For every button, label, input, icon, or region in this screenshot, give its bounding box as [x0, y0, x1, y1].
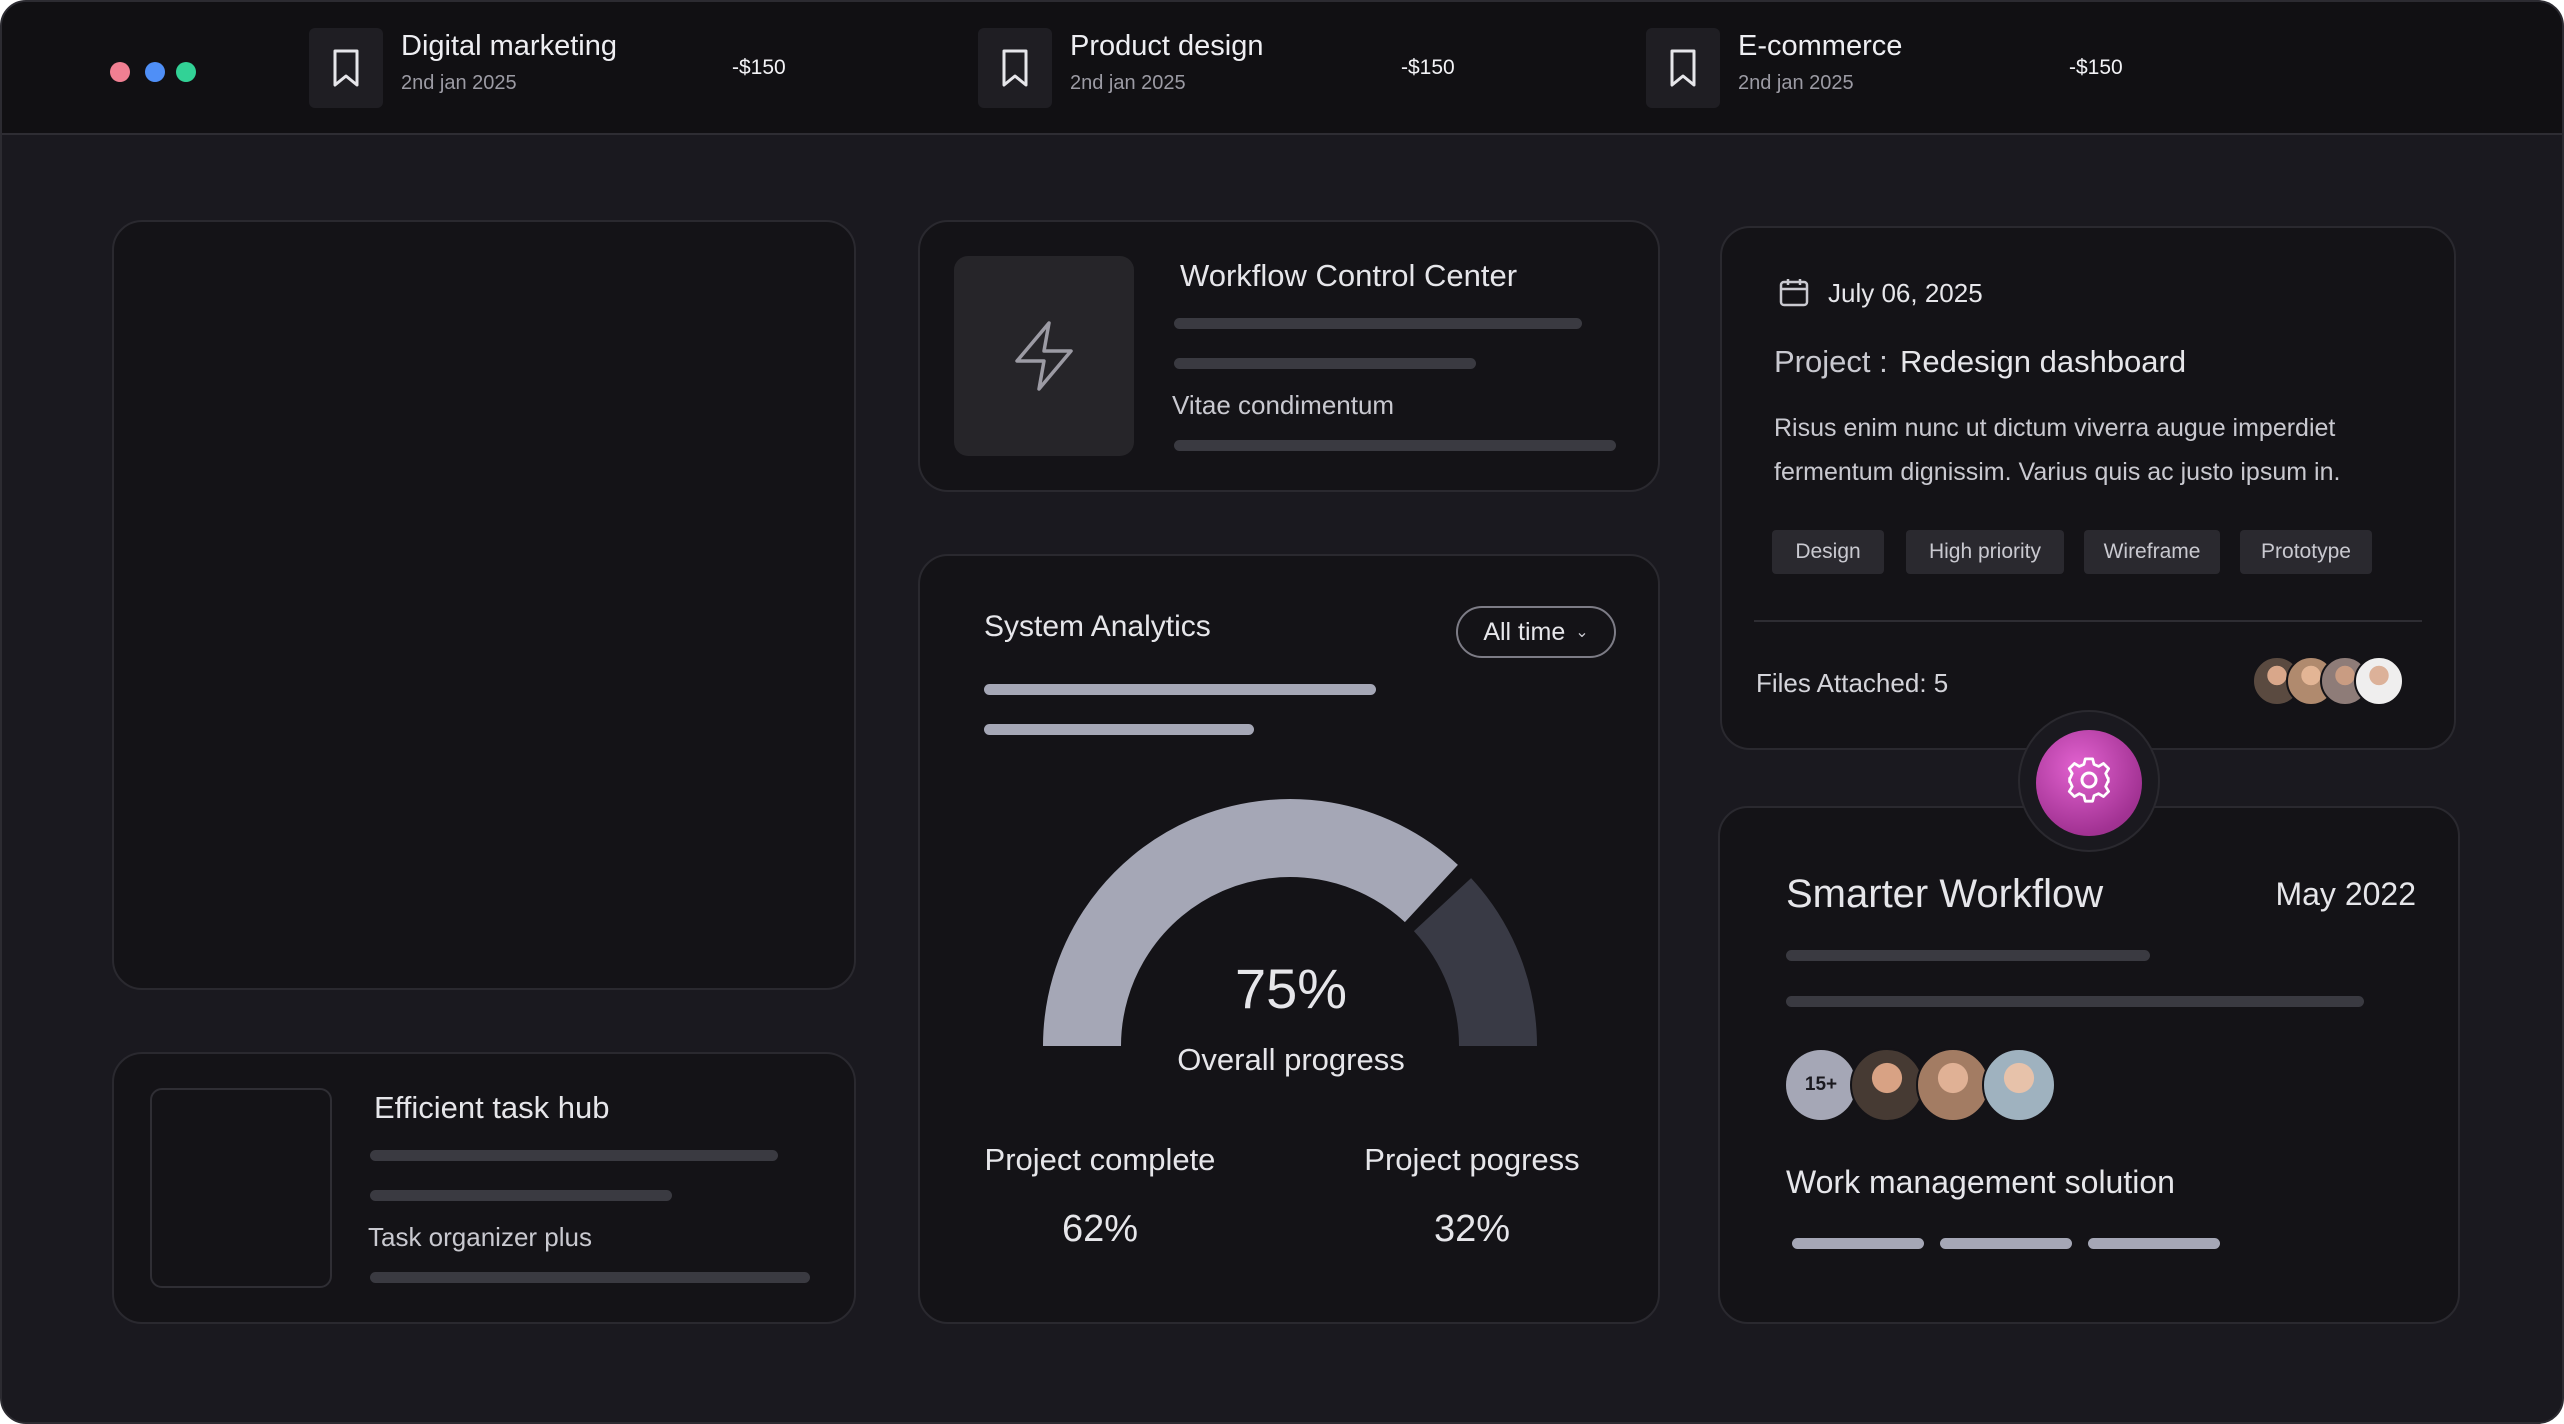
gauge-label: Overall progress	[1177, 1042, 1405, 1077]
project-name: Redesign dashboard	[1900, 344, 2187, 379]
project-description: Risus enim nunc ut dictum viverra augue …	[1774, 414, 2336, 442]
window-dot-blue[interactable]	[145, 62, 165, 82]
transaction-amount: -$150	[732, 56, 786, 79]
transaction-amount: -$150	[2069, 56, 2123, 79]
transaction-item[interactable]: E-commerce 2nd jan 2025 -$150	[1646, 28, 2146, 108]
time-filter-label: All time	[1483, 617, 1566, 646]
smarter-workflow-card[interactable]: Smarter Workflow May 2022 15+ Work manag…	[1718, 806, 2460, 1324]
transaction-item[interactable]: Product design 2nd jan 2025 -$150	[978, 28, 1478, 108]
top-bar: Digital marketing 2nd jan 2025 -$150 Pro…	[2, 2, 2562, 135]
placeholder-line	[370, 1150, 778, 1161]
window-dot-red[interactable]	[110, 62, 130, 82]
transaction-date: 2nd jan 2025	[1738, 72, 1854, 94]
analytics-title: System Analytics	[984, 610, 1211, 643]
transaction-item[interactable]: Digital marketing 2nd jan 2025 -$150	[309, 28, 809, 108]
placeholder-line	[2088, 1238, 2220, 1249]
tag-chip[interactable]: Wireframe	[2084, 530, 2220, 574]
progress-gauge	[1043, 799, 1537, 1047]
lightning-icon	[954, 256, 1134, 456]
tag-chip[interactable]: High priority	[1906, 530, 2064, 574]
avatar	[2354, 656, 2404, 706]
placeholder-card	[112, 220, 856, 990]
project-date: July 06, 2025	[1828, 278, 1983, 308]
task-hub-card[interactable]: Efficient task hub Task organizer plus	[112, 1052, 856, 1324]
transaction-amount: -$150	[1401, 56, 1455, 79]
placeholder-line	[370, 1272, 810, 1283]
transaction-title: E-commerce	[1738, 30, 1903, 62]
avatar	[1982, 1048, 2056, 1122]
workflow-card[interactable]: Workflow Control Center Vitae condimentu…	[918, 220, 1660, 492]
placeholder-line	[1940, 1238, 2072, 1249]
stat-value: 62%	[1061, 1208, 1139, 1250]
transaction-title: Digital marketing	[401, 30, 617, 62]
placeholder-line	[1174, 358, 1476, 369]
smarter-subtitle: Work management solution	[1786, 1164, 2175, 1200]
window-dot-green[interactable]	[176, 62, 196, 82]
gear-icon	[2063, 755, 2115, 812]
placeholder-line	[1786, 950, 2150, 961]
placeholder-line	[984, 724, 1254, 735]
placeholder-line	[1174, 440, 1616, 451]
project-label: Project :	[1774, 344, 1888, 379]
transaction-date: 2nd jan 2025	[1070, 72, 1186, 94]
settings-button[interactable]	[2036, 730, 2142, 836]
task-hub-title: Efficient task hub	[374, 1090, 610, 1125]
analytics-card: System Analytics All time ⌄ 75% Overall …	[918, 554, 1660, 1324]
divider	[1754, 620, 2422, 622]
smarter-date: May 2022	[2275, 876, 2416, 912]
tag-chip[interactable]: Prototype	[2240, 530, 2372, 574]
avatar	[1916, 1048, 1990, 1122]
placeholder-line	[1786, 996, 2364, 1007]
gauge-value: 75%	[1234, 957, 1348, 1020]
task-hub-thumbnail	[150, 1088, 332, 1288]
project-description: fermentum dignissim. Varius quis ac just…	[1774, 458, 2341, 486]
avatar	[1850, 1048, 1924, 1122]
placeholder-line	[984, 684, 1376, 695]
placeholder-line	[1174, 318, 1582, 329]
bookmark-icon	[309, 28, 383, 108]
files-attached[interactable]: Files Attached: 5	[1756, 668, 1948, 699]
stat-label: Project complete	[984, 1142, 1216, 1177]
workflow-title: Workflow Control Center	[1180, 258, 1518, 293]
chevron-down-icon: ⌄	[1575, 624, 1589, 641]
transaction-title: Product design	[1070, 30, 1264, 62]
transaction-date: 2nd jan 2025	[401, 72, 517, 94]
calendar-icon	[1778, 276, 1810, 313]
stat-label: Project pogress	[1364, 1142, 1580, 1177]
bookmark-icon	[1646, 28, 1720, 108]
tag-chip[interactable]: Design	[1772, 530, 1884, 574]
app-window: Digital marketing 2nd jan 2025 -$150 Pro…	[0, 0, 2564, 1424]
smarter-title: Smarter Workflow	[1786, 872, 2104, 916]
member-count-badge[interactable]: 15+	[1786, 1050, 1856, 1120]
stat-value: 32%	[1433, 1208, 1511, 1250]
workflow-subtitle: Vitae condimentum	[1172, 390, 1395, 420]
placeholder-line	[370, 1190, 672, 1201]
task-hub-subtitle: Task organizer plus	[368, 1222, 592, 1252]
bookmark-icon	[978, 28, 1052, 108]
time-filter-dropdown[interactable]: All time ⌄	[1456, 606, 1616, 658]
placeholder-line	[1792, 1238, 1924, 1249]
